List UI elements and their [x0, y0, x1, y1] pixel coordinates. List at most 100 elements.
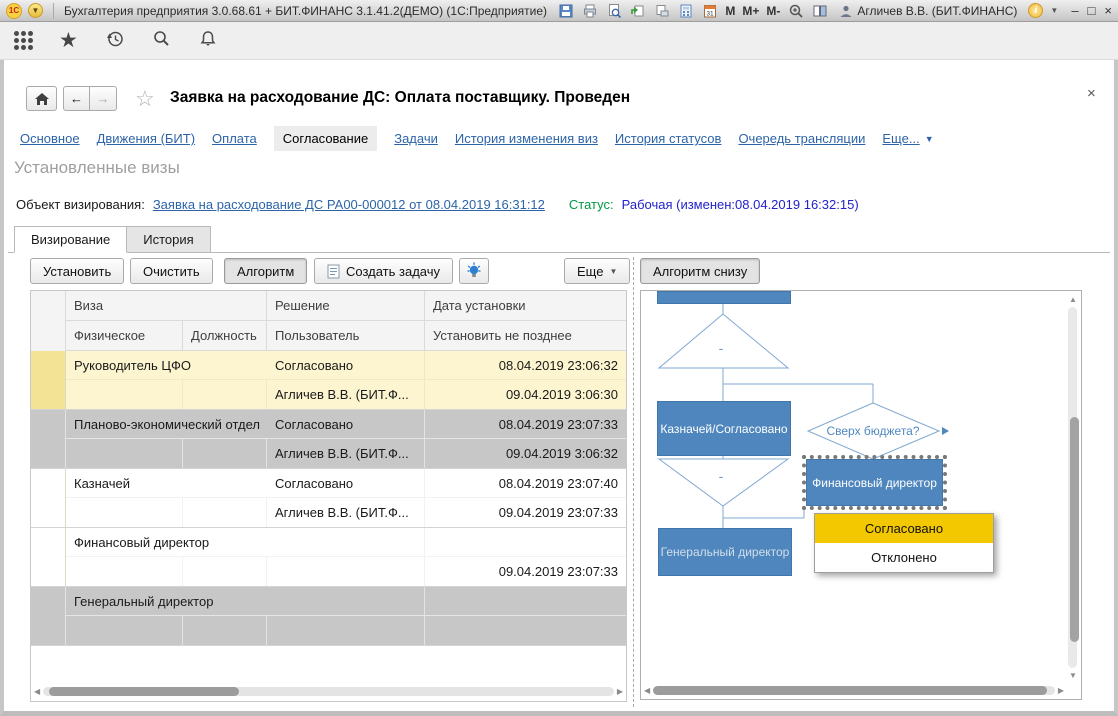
favorites-icon[interactable]: ★ — [59, 31, 78, 51]
memory-m-minus-button[interactable]: M- — [766, 4, 780, 18]
menu-grid-icon[interactable] — [14, 31, 33, 50]
favorite-star-icon[interactable]: ☆ — [135, 86, 155, 112]
title-bar: 1С ▼ Бухгалтерия предприятия 3.0.68.61 +… — [0, 0, 1118, 22]
task-document-icon — [327, 264, 340, 279]
nav-dvizheniya-bit[interactable]: Движения (БИТ) — [97, 131, 195, 146]
condition-minus-bottom[interactable]: - — [719, 468, 724, 484]
table-row[interactable]: Казначей Согласовано 08.04.2019 23:07:40… — [31, 469, 626, 528]
nav-more[interactable]: Еще... — [882, 131, 919, 146]
close-window-button[interactable]: × — [1104, 3, 1112, 18]
col-visa[interactable]: Виза — [66, 291, 267, 321]
col-date-set[interactable]: Дата установки — [425, 291, 626, 321]
table-header: Виза Решение Дата установки Физическое Д… — [31, 291, 626, 351]
notifications-bell-icon[interactable] — [198, 29, 218, 52]
nav-osnovnoe[interactable]: Основное — [20, 131, 80, 146]
object-link[interactable]: Заявка на расходование ДС РА00-000012 от… — [153, 197, 545, 212]
nav-soglasovanie[interactable]: Согласование — [274, 126, 377, 151]
flow-node-top-clipped[interactable] — [657, 291, 791, 304]
scroll-down-icon[interactable]: ▼ — [1069, 669, 1077, 682]
visa-table: Виза Решение Дата установки Физическое Д… — [30, 290, 627, 702]
scroll-up-icon[interactable]: ▲ — [1069, 293, 1077, 306]
set-visa-button[interactable]: Установить — [30, 258, 124, 284]
object-label: Объект визирования: — [16, 197, 145, 212]
more-button[interactable]: Еще▼ — [564, 258, 630, 284]
col-decision[interactable]: Решение — [267, 291, 425, 321]
print-icon[interactable] — [581, 2, 598, 19]
svg-text:31: 31 — [706, 10, 714, 17]
main-toolbar: ★ — [0, 22, 1118, 60]
flow-node-gen-director[interactable]: Генеральный директор — [658, 528, 792, 576]
lightbulb-icon — [466, 262, 482, 280]
scroll-left-icon[interactable]: ◀ — [34, 685, 40, 698]
home-button[interactable] — [26, 86, 57, 111]
system-menu-icon[interactable]: ▼ — [28, 3, 43, 18]
table-row[interactable]: Руководитель ЦФО Согласовано 08.04.2019 … — [31, 351, 626, 410]
nav-istoriya-statusov[interactable]: История статусов — [615, 131, 722, 146]
col-deadline[interactable]: Установить не позднее — [425, 321, 626, 351]
gutter-header — [31, 291, 66, 351]
section-title: Установленные визы — [14, 158, 180, 178]
maximize-button[interactable]: □ — [1088, 3, 1096, 18]
scroll-right-icon[interactable]: ▶ — [617, 685, 623, 698]
back-button[interactable]: ← — [63, 86, 90, 111]
condition-minus-top[interactable]: - — [719, 340, 724, 356]
create-task-button[interactable]: Создать задачу — [314, 258, 453, 284]
horizontal-scrollbar[interactable]: ◀ ▶ — [34, 685, 623, 698]
col-person[interactable]: Физическое — [66, 321, 183, 351]
col-position[interactable]: Должность — [183, 321, 267, 351]
user-name: Агличев В.В. (БИТ.ФИНАНС) — [857, 4, 1017, 18]
print-preview-icon[interactable] — [605, 2, 622, 19]
over-budget-condition[interactable]: Сверх бюджета? — [826, 424, 919, 438]
scroll-right-icon[interactable]: ▶ — [1058, 684, 1064, 697]
chevron-down-icon[interactable]: ▼ — [1050, 6, 1058, 15]
forward-button[interactable]: → — [90, 86, 117, 111]
lightbulb-button[interactable] — [459, 258, 489, 284]
split-view-icon[interactable] — [811, 2, 828, 19]
vertical-scrollbar[interactable]: ▲ ▼ — [1066, 293, 1079, 682]
menu-item-rejected[interactable]: Отклонено — [815, 543, 993, 572]
calculator-icon[interactable] — [677, 2, 694, 19]
memory-m-button[interactable]: M — [725, 4, 735, 18]
col-user[interactable]: Пользователь — [267, 321, 425, 351]
minimize-button[interactable]: – — [1071, 3, 1078, 18]
subtabs: Визирование История — [14, 226, 211, 253]
flow-node-treasurer[interactable]: Казначей/Согласовано — [657, 401, 791, 456]
zoom-icon[interactable] — [787, 2, 804, 19]
table-row[interactable]: Финансовый директор 09.04.2019 23:07:33 — [31, 528, 626, 587]
clear-visa-button[interactable]: Очистить — [130, 258, 213, 284]
flow-arrow-icon — [942, 427, 949, 435]
selection-marquee[interactable]: Финансовый директор — [802, 455, 947, 510]
memory-m-plus-button[interactable]: M+ — [742, 4, 759, 18]
history-icon[interactable] — [104, 28, 126, 53]
scroll-left-icon[interactable]: ◀ — [644, 684, 650, 697]
send-document-icon[interactable] — [629, 2, 646, 19]
search-icon[interactable] — [152, 29, 172, 52]
page-title: Заявка на расходование ДС: Оплата постав… — [170, 89, 630, 107]
pane-splitter[interactable] — [633, 257, 634, 707]
tab-vizirovanie[interactable]: Визирование — [14, 226, 127, 253]
horizontal-scrollbar[interactable]: ◀ ▶ — [644, 684, 1064, 697]
algorithm-button[interactable]: Алгоритм — [224, 258, 307, 284]
save-icon[interactable] — [557, 2, 574, 19]
chevron-down-icon[interactable]: ▼ — [925, 134, 934, 144]
window-title: Бухгалтерия предприятия 3.0.68.61 + БИТ.… — [64, 4, 547, 18]
menu-item-approved[interactable]: Согласовано — [815, 514, 993, 543]
calendar-icon[interactable]: 31 — [701, 2, 718, 19]
table-row[interactable]: Генеральный директор — [31, 587, 626, 646]
user-icon — [839, 4, 853, 18]
nav-ochered-translyacii[interactable]: Очередь трансляции — [738, 131, 865, 146]
approval-flowchart: - Сверх бюджета? - Казначей/Согласовано … — [640, 290, 1082, 700]
nav-oplata[interactable]: Оплата — [212, 131, 257, 146]
tab-istoriya[interactable]: История — [127, 226, 210, 253]
nav-istoriya-viz[interactable]: История изменения виз — [455, 131, 598, 146]
flow-node-fin-director[interactable]: Финансовый директор — [806, 459, 943, 506]
nav-zadachi[interactable]: Задачи — [394, 131, 438, 146]
algorithm-bottom-button[interactable]: Алгоритм снизу — [640, 258, 760, 284]
table-row[interactable]: Планово-экономический отдел Согласовано … — [31, 410, 626, 469]
print-document-icon[interactable] — [653, 2, 670, 19]
current-user[interactable]: Агличев В.В. (БИТ.ФИНАНС) — [839, 4, 1017, 18]
info-icon[interactable]: i — [1028, 3, 1043, 18]
app-window: 1С ▼ Бухгалтерия предприятия 3.0.68.61 +… — [0, 0, 1118, 716]
status-label: Статус: — [569, 197, 614, 212]
close-form-icon[interactable]: × — [1087, 85, 1096, 102]
